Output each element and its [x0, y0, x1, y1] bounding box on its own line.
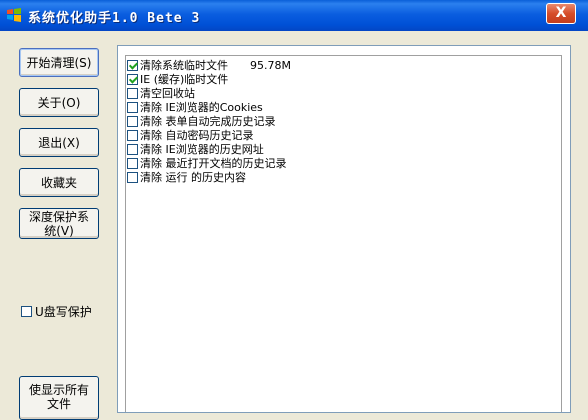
window-title: 系统优化助手1.0 Bete 3 [28, 11, 201, 26]
option-checkbox[interactable] [127, 143, 138, 155]
option-checkbox[interactable] [127, 115, 138, 127]
list-item[interactable]: 清除系统临时文件 95.78M [127, 58, 291, 72]
option-checkbox[interactable] [127, 73, 138, 85]
list-item[interactable]: 清除 IE浏览器的历史网址 [127, 142, 291, 156]
close-button[interactable]: X [546, 3, 576, 24]
option-checkbox[interactable] [127, 129, 138, 141]
windows-logo-icon [7, 8, 21, 22]
exit-button[interactable]: 退出(X) [19, 128, 99, 157]
favorites-button[interactable]: 收藏夹 [19, 168, 99, 197]
show-all-files-button[interactable]: 使显示所有文件 [19, 376, 99, 420]
start-clean-button[interactable]: 开始清理(S) [19, 48, 99, 77]
option-checkbox[interactable] [127, 87, 138, 99]
about-button[interactable]: 关于(O) [19, 88, 99, 117]
option-checkbox[interactable] [127, 101, 138, 113]
list-item[interactable]: 清除 最近打开文档的历史记录 [127, 156, 291, 170]
list-item[interactable]: IE (缓存)临时文件 [127, 72, 291, 86]
option-checkbox[interactable] [127, 157, 138, 169]
deep-protect-button[interactable]: 深度保护系统(V) [19, 208, 99, 239]
option-label: 清除 运行 的历史内容 [140, 171, 246, 184]
options-list: 清除系统临时文件 95.78M IE (缓存)临时文件 清空回收站 清除 IE浏… [127, 58, 291, 184]
list-item[interactable]: 清除 运行 的历史内容 [127, 170, 291, 184]
cleanup-options-panel: 清除系统临时文件 95.78M IE (缓存)临时文件 清空回收站 清除 IE浏… [117, 45, 571, 413]
list-item[interactable]: 清除 自动密码历史记录 [127, 128, 291, 142]
option-checkbox[interactable] [127, 171, 138, 183]
usb-write-protect-checkbox[interactable] [21, 306, 32, 317]
sidebar: 开始清理(S) 关于(O) 退出(X) 收藏夹 深度保护系统(V) U盘写保护 … [0, 31, 112, 420]
close-icon: X [555, 5, 567, 21]
usb-write-protect-option[interactable]: U盘写保护 [21, 303, 92, 320]
title-bar: 系统优化助手1.0 Bete 3 X [0, 0, 588, 31]
temp-size-value: 95.78M [250, 58, 291, 72]
list-item[interactable]: 清空回收站 [127, 86, 291, 100]
list-item[interactable]: 清除 IE浏览器的Cookies [127, 100, 291, 114]
usb-write-protect-label: U盘写保护 [35, 305, 92, 319]
list-item[interactable]: 清除 表单自动完成历史记录 [127, 114, 291, 128]
option-checkbox[interactable] [127, 59, 138, 71]
